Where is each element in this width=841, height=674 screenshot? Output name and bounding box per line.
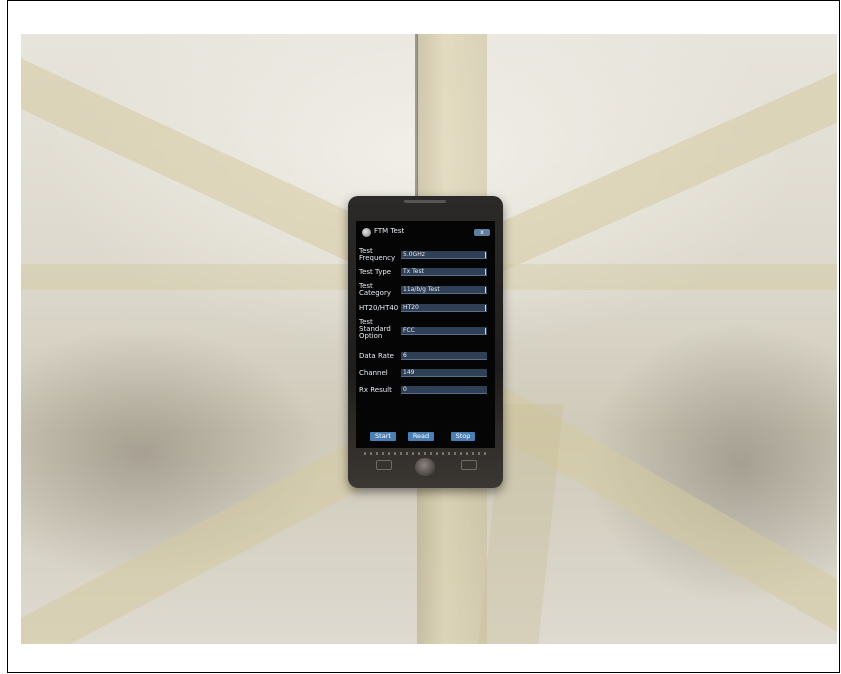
stop-button[interactable]: Stop bbox=[451, 432, 475, 441]
menu-key-icon[interactable] bbox=[461, 460, 477, 470]
input-data-rate[interactable]: 6 bbox=[401, 352, 487, 360]
label-test-standard: Test Standard Option bbox=[359, 318, 391, 340]
app-titlebar: FTM Test x bbox=[356, 227, 495, 241]
phone-screen: FTM Test x Test Frequency 5.0GHz Test Ty… bbox=[356, 221, 495, 448]
phone-bottom-bezel bbox=[356, 452, 495, 482]
label-data-rate: Data Rate bbox=[359, 352, 394, 360]
output-rx-result: 0 bbox=[401, 386, 487, 394]
select-test-frequency[interactable]: 5.0GHz bbox=[401, 251, 487, 259]
surface-crease bbox=[415, 34, 418, 214]
photo: FTM Test x Test Frequency 5.0GHz Test Ty… bbox=[21, 34, 837, 644]
app-title: FTM Test bbox=[374, 227, 405, 235]
select-test-standard[interactable]: FCC bbox=[401, 327, 487, 335]
select-test-type[interactable]: Tx Test bbox=[401, 268, 487, 276]
label-ht-mode: HT20/HT40 bbox=[359, 304, 399, 312]
close-button[interactable]: x bbox=[474, 229, 490, 236]
app-icon bbox=[362, 228, 371, 237]
label-channel: Channel bbox=[359, 369, 388, 377]
back-key-icon[interactable] bbox=[376, 460, 392, 470]
label-test-frequency: Test Frequency bbox=[359, 247, 396, 262]
earpiece-speaker bbox=[404, 200, 446, 203]
bezel-dots bbox=[364, 452, 487, 455]
select-test-category[interactable]: 11a/b/g Test bbox=[401, 286, 487, 294]
label-rx-result: Rx Result bbox=[359, 386, 392, 394]
label-test-type: Test Type bbox=[359, 268, 392, 276]
input-channel[interactable]: 149 bbox=[401, 369, 487, 377]
read-button[interactable]: Read bbox=[408, 432, 434, 441]
home-button[interactable] bbox=[415, 458, 435, 476]
smartphone: FTM Test x Test Frequency 5.0GHz Test Ty… bbox=[348, 196, 503, 488]
select-ht-mode[interactable]: HT20 bbox=[401, 304, 487, 312]
start-button[interactable]: Start bbox=[370, 432, 396, 441]
label-test-category: Test Category bbox=[359, 282, 391, 297]
